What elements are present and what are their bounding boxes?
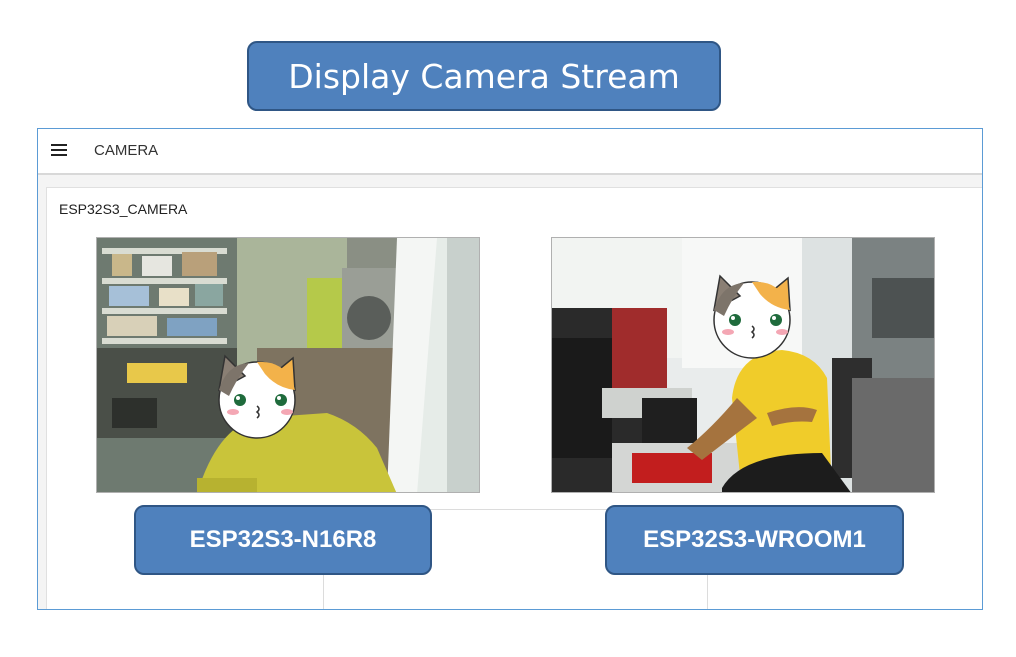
camera-label-wroom1: ESP32S3-WROOM1	[605, 505, 904, 575]
camera-label-n16r8: ESP32S3-N16R8	[134, 505, 432, 575]
banner-title: Display Camera Stream	[247, 41, 721, 111]
card-title: ESP32S3_CAMERA	[59, 201, 188, 217]
app-toolbar: CAMERA	[38, 129, 982, 175]
camera-stream-wroom1	[551, 237, 935, 493]
app-title: CAMERA	[94, 142, 159, 159]
camera-stream-n16r8	[96, 237, 480, 493]
hamburger-menu-icon[interactable]	[51, 144, 67, 158]
